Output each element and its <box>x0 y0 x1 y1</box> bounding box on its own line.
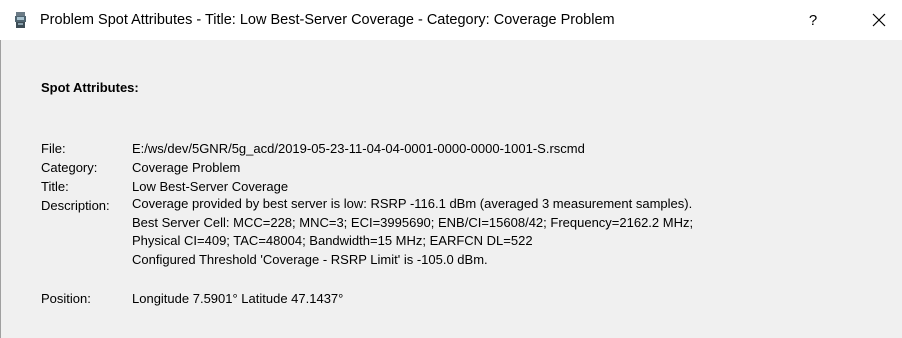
title-value: Low Best-Server Coverage <box>132 179 289 194</box>
close-icon <box>872 13 886 27</box>
file-value: E:/ws/dev/5GNR/5g_acd/2019-05-23-11-04-0… <box>132 141 585 156</box>
description-line: Best Server Cell: MCC=228; MNC=3; ECI=39… <box>132 214 694 230</box>
app-icon <box>15 12 26 28</box>
position-label: Position: <box>41 291 91 306</box>
title-label: Title: <box>41 179 69 194</box>
file-label: File: <box>41 141 66 156</box>
help-button[interactable]: ? <box>790 0 836 40</box>
help-icon: ? <box>808 11 818 29</box>
description-label: Description: <box>41 198 110 213</box>
section-heading: Spot Attributes: <box>41 80 139 95</box>
dialog-content: Spot Attributes: File: E:/ws/dev/5GNR/5g… <box>0 40 902 338</box>
position-value: Longitude 7.5901° Latitude 47.1437° <box>132 291 344 306</box>
window-title: Problem Spot Attributes - Title: Low Bes… <box>40 12 615 28</box>
description-line: Configured Threshold 'Coverage - RSRP Li… <box>132 251 488 267</box>
description-line: Physical CI=409; TAC=48004; Bandwidth=15… <box>132 233 533 248</box>
category-label: Category: <box>41 160 98 175</box>
description-line: Coverage provided by best server is low:… <box>132 196 693 211</box>
category-value: Coverage Problem <box>132 160 241 175</box>
close-button[interactable] <box>856 0 902 40</box>
description-value: Coverage provided by best server is low:… <box>132 195 693 269</box>
problem-spot-attributes-dialog: Problem Spot Attributes - Title: Low Bes… <box>0 0 902 338</box>
title-bar[interactable]: Problem Spot Attributes - Title: Low Bes… <box>0 0 902 40</box>
window-border <box>0 40 1 338</box>
